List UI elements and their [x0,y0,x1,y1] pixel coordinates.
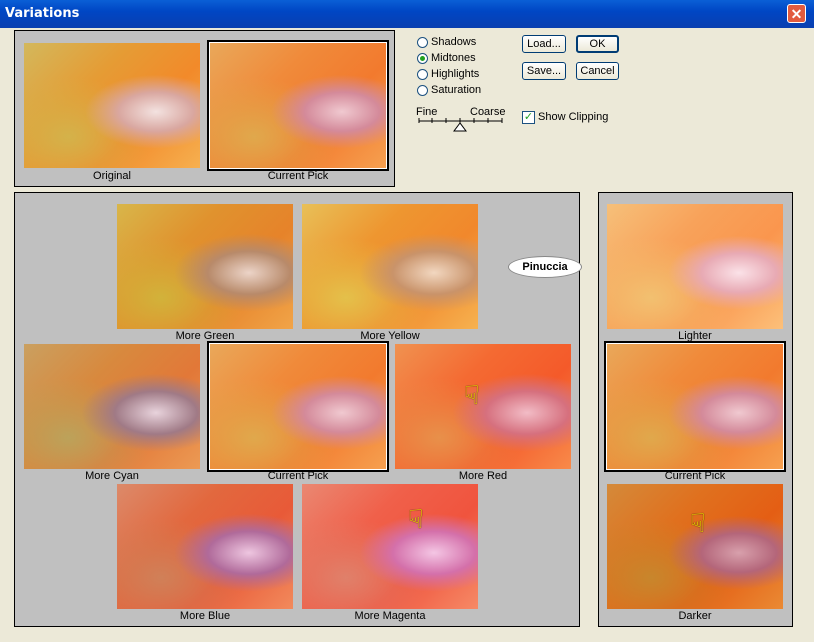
darker-thumbnail[interactable] [607,484,783,609]
radio-saturation[interactable]: Saturation [417,83,481,97]
radio-indicator[interactable] [417,36,428,48]
more-yellow-label: More Yellow [360,330,420,342]
radio-indicator[interactable] [417,68,428,80]
more-cyan-thumbnail[interactable] [24,344,200,469]
more-green-label: More Green [175,330,235,342]
current-pick-label-top: Current Pick [267,170,329,182]
save-button[interactable]: Save... [522,62,566,80]
more-red-label: More Red [458,470,508,482]
current-pick-thumbnail-right[interactable] [604,341,786,472]
more-blue-label: More Blue [179,610,231,622]
more-magenta-thumbnail[interactable] [302,484,478,609]
current-pick-thumbnail-top [207,40,389,171]
ok-button[interactable]: OK [576,35,619,53]
radio-indicator[interactable] [417,84,428,96]
darker-label: Darker [678,610,712,622]
radio-midtones[interactable]: Midtones [417,51,476,65]
slider-thumb[interactable] [453,122,467,132]
more-blue-thumbnail[interactable] [117,484,293,609]
more-magenta-label: More Magenta [354,610,426,622]
original-thumbnail [24,43,200,168]
show-clipping-checkbox[interactable]: ✓ [522,111,535,124]
window-title: Variations [5,6,80,21]
more-green-thumbnail[interactable] [117,204,293,329]
pointing-hand-icon: ☟ [464,380,480,410]
fine-coarse-slider[interactable] [418,117,504,133]
original-label: Original [93,170,131,182]
pinuccia-watermark: Pinuccia [508,256,582,278]
more-red-thumbnail[interactable] [395,344,571,469]
radio-highlights[interactable]: Highlights [417,67,479,81]
close-button[interactable]: ✕ [787,4,806,23]
lighter-label: Lighter [678,330,712,342]
radio-shadows[interactable]: Shadows [417,35,476,49]
current-pick-label-center: Current Pick [267,470,329,482]
current-pick-label-right: Current Pick [664,470,726,482]
more-cyan-label: More Cyan [85,470,139,482]
radio-indicator[interactable] [417,52,428,64]
cancel-button[interactable]: Cancel [576,62,619,80]
load-button[interactable]: Load... [522,35,566,53]
current-pick-thumbnail-center[interactable] [207,341,389,472]
title-bar: Variations ✕ [0,0,814,28]
more-yellow-thumbnail[interactable] [302,204,478,329]
pointing-hand-icon: ☟ [408,504,424,534]
lighter-thumbnail[interactable] [607,204,783,329]
show-clipping-label: Show Clipping [538,111,609,123]
pointing-hand-icon: ☟ [690,508,706,538]
